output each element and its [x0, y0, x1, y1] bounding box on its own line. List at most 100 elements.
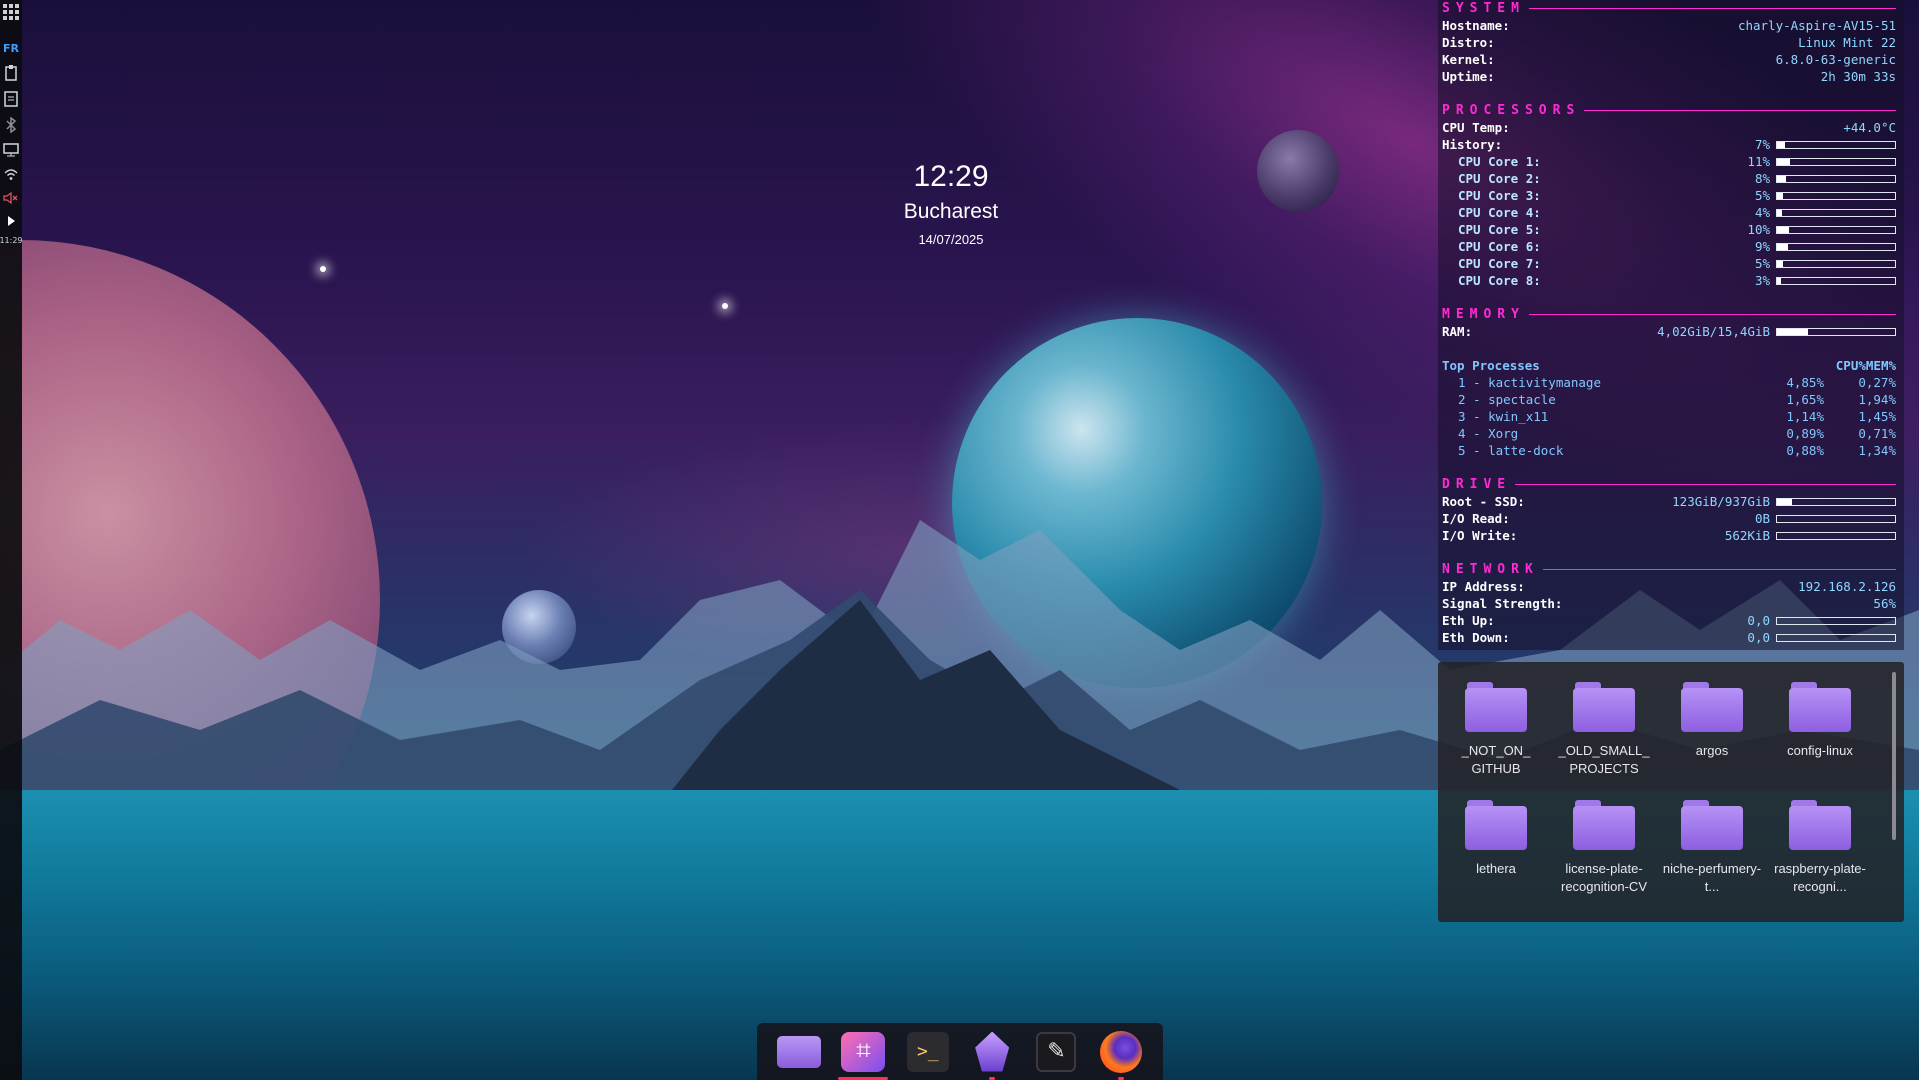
conky-monitor: SYSTEM Hostname: charly-Aspire-AV15-51 Di…	[1438, 0, 1904, 650]
io-read-label: I/O Read:	[1442, 511, 1510, 526]
eth-down-label: Eth Down:	[1442, 630, 1510, 645]
process-row: 1 - kactivitymanage 4,85% 0,27%	[1442, 374, 1896, 391]
eth-up-label: Eth Up:	[1442, 613, 1495, 628]
expand-tray-button[interactable]	[0, 215, 22, 227]
root-ssd-bar	[1776, 497, 1896, 506]
cpu-core-pct: 4%	[1754, 205, 1770, 220]
process-mem: 1,45%	[1858, 409, 1896, 424]
uptime-label: Uptime:	[1442, 69, 1495, 84]
uptime-value: 2h 30m 33s	[1820, 69, 1896, 84]
folder-item[interactable]: _NOT_ON_ GITHUB	[1442, 682, 1550, 792]
dock-obsidian[interactable]	[969, 1029, 1015, 1080]
terminal-icon: >_	[906, 1031, 949, 1072]
cpu-core-pct: 5%	[1754, 188, 1770, 203]
memory-title-text: MEMORY	[1442, 307, 1525, 322]
root-ssd-row: Root - SSD: 123GiB/937GiB	[1442, 493, 1896, 510]
ram-bar	[1776, 327, 1896, 336]
process-row: 4 - Xorg 0,89% 0,71%	[1442, 425, 1896, 442]
cpu-core-label: CPU Core 7:	[1458, 256, 1541, 271]
folder-icon	[1465, 682, 1527, 732]
process-name: 2 - spectacle	[1458, 392, 1556, 407]
clipboard-button[interactable]	[0, 65, 22, 81]
left-panel: FR 11:29	[0, 0, 23, 1080]
io-read-row: I/O Read: 0B	[1442, 510, 1896, 527]
wifi-button[interactable]	[0, 167, 22, 181]
dock-file-manager[interactable]	[776, 1029, 822, 1075]
clock-widget: 12:29 Bucharest 14/07/2025	[851, 160, 1051, 247]
folder-item[interactable]: niche-perfumery-t...	[1658, 800, 1766, 910]
star	[320, 266, 326, 272]
top-processes-list: 1 - kactivitymanage 4,85% 0,27% 2 - spectac…	[1442, 374, 1896, 459]
keyboard-layout-button[interactable]: FR	[0, 42, 22, 55]
process-cpu: 0,88%	[1786, 443, 1824, 458]
folder-item[interactable]: _OLD_SMALL_ PROJECTS	[1550, 682, 1658, 792]
grid-icon	[3, 4, 19, 20]
bluetooth-button[interactable]	[0, 117, 22, 133]
distro-value: Linux Mint 22	[1798, 35, 1896, 50]
volume-button[interactable]	[0, 191, 22, 205]
kernel-value: 6.8.0-63-generic	[1775, 52, 1896, 67]
folder-label: _OLD_SMALL_ PROJECTS	[1558, 743, 1650, 776]
small-moon	[1257, 130, 1339, 212]
process-cpu: 4,85%	[1786, 375, 1824, 390]
hostname-row: Hostname: charly-Aspire-AV15-51	[1442, 17, 1896, 34]
eth-up-row: Eth Up: 0,0	[1442, 612, 1896, 629]
folder-item[interactable]: argos	[1658, 682, 1766, 792]
star	[722, 303, 728, 309]
clock-time: 12:29	[913, 160, 989, 193]
process-row: 3 - kwin_x11 1,14% 1,45%	[1442, 408, 1896, 425]
dock-spectacle[interactable]: ⌗	[838, 1029, 889, 1080]
signal-value: 56%	[1873, 596, 1896, 611]
folder-item[interactable]: raspberry-plate-recogni...	[1766, 800, 1874, 910]
dock-firefox[interactable]	[1098, 1029, 1144, 1080]
ram-row: RAM: 4,02GiB/15,4GiB	[1442, 323, 1896, 340]
ip-value: 192.168.2.126	[1798, 579, 1896, 594]
cpu-core-label: CPU Core 6:	[1458, 239, 1541, 254]
folder-view-scrollbar[interactable]	[1892, 672, 1896, 840]
top-processes-header: Top Processes CPU% MEM%	[1442, 357, 1896, 374]
process-row: 2 - spectacle 1,65% 1,94%	[1442, 391, 1896, 408]
folder-icon	[1789, 682, 1851, 732]
chevron-right-icon	[8, 216, 15, 226]
folder-label: niche-perfumery-t...	[1662, 861, 1762, 894]
cpu-core-bar	[1776, 157, 1896, 166]
io-write-label: I/O Write:	[1442, 528, 1518, 543]
eth-down-graph	[1776, 633, 1896, 642]
folder-icon	[1573, 800, 1635, 850]
process-name: 3 - kwin_x11	[1458, 409, 1549, 424]
app-launcher-button[interactable]	[0, 4, 22, 20]
signal-label: Signal Strength:	[1442, 596, 1563, 611]
folder-icon	[1681, 800, 1743, 850]
bluetooth-icon	[6, 117, 17, 133]
folder-label: raspberry-plate-recogni...	[1774, 861, 1866, 894]
folder-label: argos	[1695, 743, 1729, 758]
memory-section-title: MEMORY	[1442, 306, 1896, 323]
ip-label: IP Address:	[1442, 579, 1525, 594]
folder-label: _NOT_ON_ GITHUB	[1461, 743, 1531, 776]
cpu-core-bar	[1776, 208, 1896, 217]
eth-up-graph	[1776, 616, 1896, 625]
running-indicator	[1117, 1076, 1124, 1080]
process-cpu: 0,89%	[1786, 426, 1824, 441]
process-row: 5 - latte-dock 0,88% 1,34%	[1442, 442, 1896, 459]
dock-text-editor[interactable]: ✎	[1033, 1029, 1079, 1075]
drive-section-title: DRIVE	[1442, 476, 1896, 493]
eth-down-row: Eth Down: 0,0	[1442, 629, 1896, 646]
uptime-row: Uptime: 2h 30m 33s	[1442, 68, 1896, 85]
dock-terminal[interactable]: >_	[905, 1029, 951, 1075]
system-title-text: SYSTEM	[1442, 1, 1525, 16]
folder-item[interactable]: lethera	[1442, 800, 1550, 910]
folder-item[interactable]: config-linux	[1766, 682, 1874, 792]
cpu-cores-list: CPU Core 1: 11% CPU Core 2: 8% CPU Core 3: 5%…	[1442, 153, 1896, 289]
folder-label: license-plate-recognition-CV	[1561, 861, 1647, 894]
panel-clock[interactable]: 11:29	[0, 237, 23, 245]
process-name: 5 - latte-dock	[1458, 443, 1564, 458]
distro-row: Distro: Linux Mint 22	[1442, 34, 1896, 51]
display-button[interactable]	[0, 143, 22, 157]
ip-row: IP Address: 192.168.2.126	[1442, 578, 1896, 595]
signal-row: Signal Strength: 56%	[1442, 595, 1896, 612]
root-ssd-value: 123GiB/937GiB	[1672, 494, 1770, 509]
file-manager-icon	[777, 1035, 822, 1068]
folder-item[interactable]: license-plate-recognition-CV	[1550, 800, 1658, 910]
notes-button[interactable]	[0, 91, 22, 107]
